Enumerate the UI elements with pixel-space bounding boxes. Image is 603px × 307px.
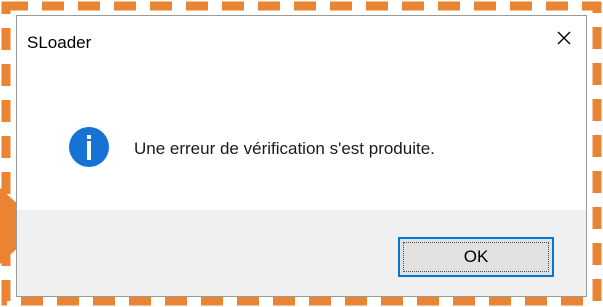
screenshot-stage: SLoader Une erreur de vérification s'est… — [0, 0, 603, 307]
dialog-footer: OK — [17, 210, 586, 296]
message-dialog: SLoader Une erreur de vérification s'est… — [16, 15, 587, 297]
dialog-message: Une erreur de vérification s'est produit… — [134, 139, 435, 158]
dialog-title: SLoader — [27, 33, 92, 52]
info-icon — [69, 127, 109, 167]
ok-button[interactable]: OK — [398, 237, 554, 277]
close-icon — [557, 31, 571, 45]
close-button[interactable] — [542, 16, 586, 60]
title-bar: SLoader — [17, 16, 586, 60]
dialog-content: Une erreur de vérification s'est produit… — [17, 60, 586, 212]
